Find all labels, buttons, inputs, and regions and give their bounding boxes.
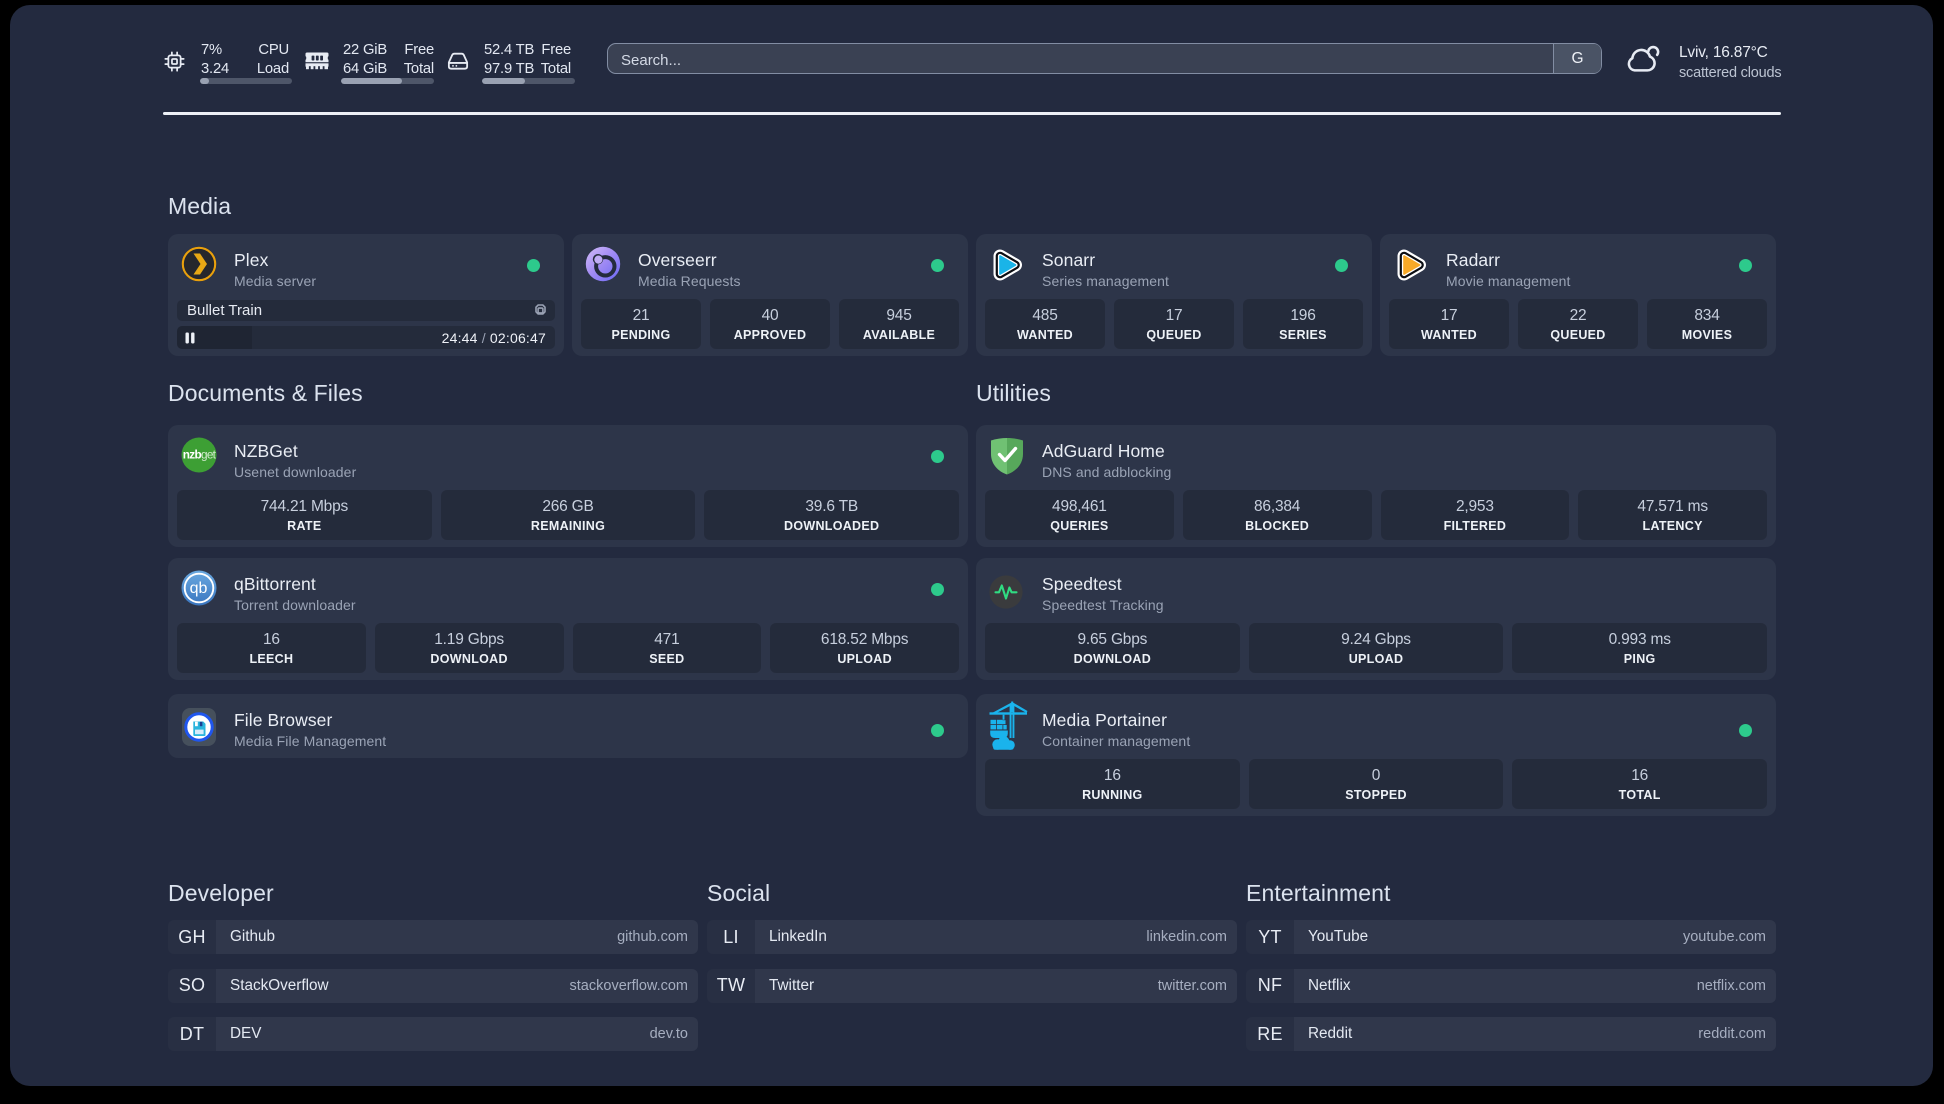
svg-text:qb: qb [190,580,208,597]
svg-text:nzbget: nzbget [183,448,217,462]
